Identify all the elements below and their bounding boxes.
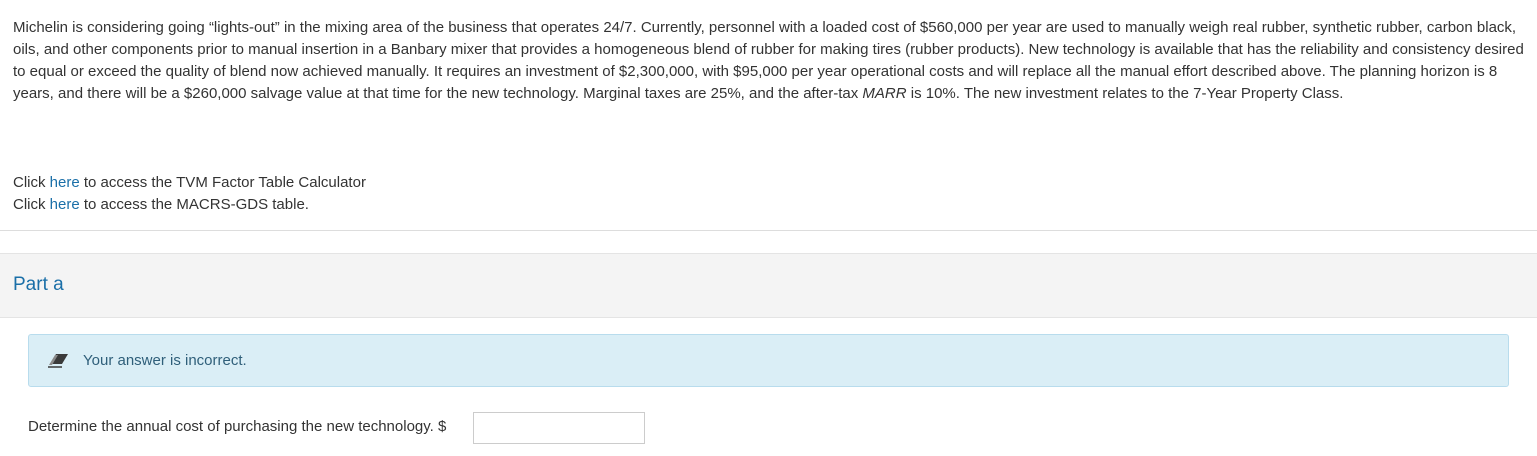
part-header: Part a — [0, 253, 1537, 318]
macrs-table-link[interactable]: here — [50, 196, 80, 213]
problem-text-2: is 10%. The new investment relates to th… — [906, 85, 1344, 102]
eraser-icon — [46, 349, 70, 369]
resource-links: Click here to access the TVM Factor Tabl… — [13, 172, 366, 216]
tvm-calculator-link[interactable]: here — [50, 174, 80, 191]
answer-input[interactable] — [473, 412, 645, 444]
tvm-link-line: Click here to access the TVM Factor Tabl… — [13, 174, 366, 191]
part-title: Part a — [13, 274, 64, 295]
problem-statement: Michelin is considering going “lights-ou… — [13, 17, 1525, 105]
question-prompt: Determine the annual cost of purchasing … — [28, 418, 447, 435]
marr-term: MARR — [862, 85, 907, 102]
macrs-link-line: Click here to access the MACRS-GDS table… — [13, 196, 309, 213]
section-divider — [0, 230, 1537, 231]
feedback-message: Your answer is incorrect. — [83, 352, 247, 369]
feedback-banner: Your answer is incorrect. — [28, 334, 1509, 387]
